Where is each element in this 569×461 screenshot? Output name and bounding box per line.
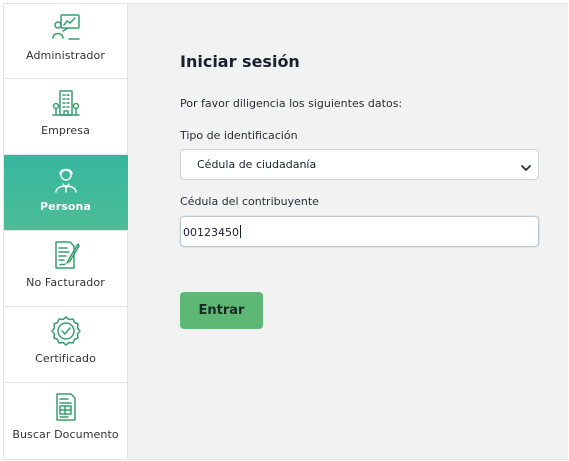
document-pen-icon (50, 239, 82, 271)
login-panel: Iniciar sesión Por favor diligencia los … (128, 4, 568, 459)
id-type-selected-value: Cédula de ciudadanía (197, 158, 317, 171)
cedula-label: Cédula del contribuyente (180, 195, 319, 208)
sidebar: Administrador Empresa Persona No Factura… (4, 4, 136, 459)
person-icon (50, 163, 82, 195)
sidebar-item-label: Administrador (26, 49, 105, 62)
chevron-down-icon (520, 159, 532, 171)
certificate-seal-icon (50, 315, 82, 347)
sidebar-item-label: Certificado (35, 352, 96, 365)
sidebar-item-buscar-documento[interactable]: Buscar Documento (4, 383, 128, 459)
submit-button[interactable]: Entrar (180, 292, 263, 329)
sidebar-item-label: No Facturador (26, 276, 105, 289)
id-type-select[interactable]: Cédula de ciudadanía (180, 149, 539, 180)
sidebar-item-certificado[interactable]: Certificado (4, 307, 128, 383)
cedula-input[interactable]: 00123450 (180, 216, 539, 247)
cedula-input-value: 00123450 (183, 226, 239, 239)
sidebar-item-administrador[interactable]: Administrador (4, 4, 128, 79)
sidebar-item-persona[interactable]: Persona (4, 155, 136, 231)
app-window: Administrador Empresa Persona No Factura… (3, 3, 568, 460)
sidebar-item-no-facturador[interactable]: No Facturador (4, 231, 128, 307)
building-icon (50, 87, 82, 119)
text-caret (240, 225, 241, 238)
sidebar-item-label: Buscar Documento (12, 428, 119, 441)
search-document-icon (50, 391, 82, 423)
sidebar-item-label: Persona (39, 200, 91, 213)
sidebar-item-empresa[interactable]: Empresa (4, 79, 128, 155)
admin-board-icon (50, 12, 82, 44)
id-type-label: Tipo de identificación (180, 129, 298, 142)
page-title: Iniciar sesión (180, 52, 300, 71)
form-instructions: Por favor diligencia los siguientes dato… (180, 97, 403, 110)
sidebar-item-label: Empresa (41, 124, 90, 137)
